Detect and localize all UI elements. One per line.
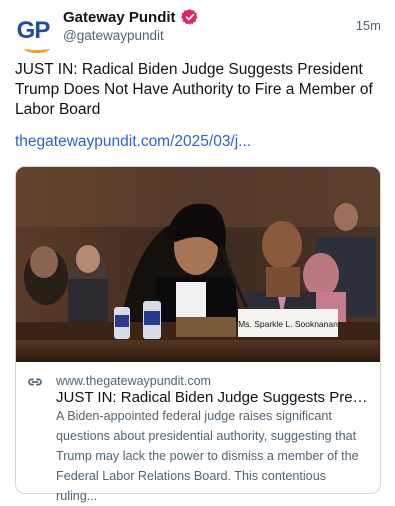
post-header: GP Gateway Pundit @gatewaypundit 15m: [0, 0, 395, 60]
post-text: JUST IN: Radical Biden Judge Suggests Pr…: [15, 61, 373, 118]
verified-badge-icon: [180, 9, 197, 25]
card-description: A Biden-appointed federal judge raises s…: [56, 409, 359, 503]
card-title[interactable]: JUST IN: Radical Biden Judge Suggests Pr…: [56, 389, 370, 406]
avatar[interactable]: GP: [14, 12, 52, 53]
gp-logo: GP: [16, 17, 51, 44]
link-icon: [28, 378, 42, 386]
logo-swoosh-icon: [24, 44, 50, 53]
handle[interactable]: @gatewaypundit: [63, 28, 164, 43]
post-link[interactable]: thegatewaypundit.com/2025/03/j...: [15, 133, 251, 151]
timestamp[interactable]: 15m: [356, 18, 381, 33]
card-domain: www.thegatewaypundit.com: [56, 374, 211, 388]
nameplate-text: Ms. Sparkle L. Sooknanan: [238, 319, 338, 329]
display-name[interactable]: Gateway Pundit: [63, 9, 176, 26]
hearing-photo: Ms. Sparkle L. Sooknanan: [16, 167, 380, 362]
name-row: Gateway Pundit: [63, 8, 199, 26]
card-image[interactable]: Ms. Sparkle L. Sooknanan: [16, 167, 380, 362]
